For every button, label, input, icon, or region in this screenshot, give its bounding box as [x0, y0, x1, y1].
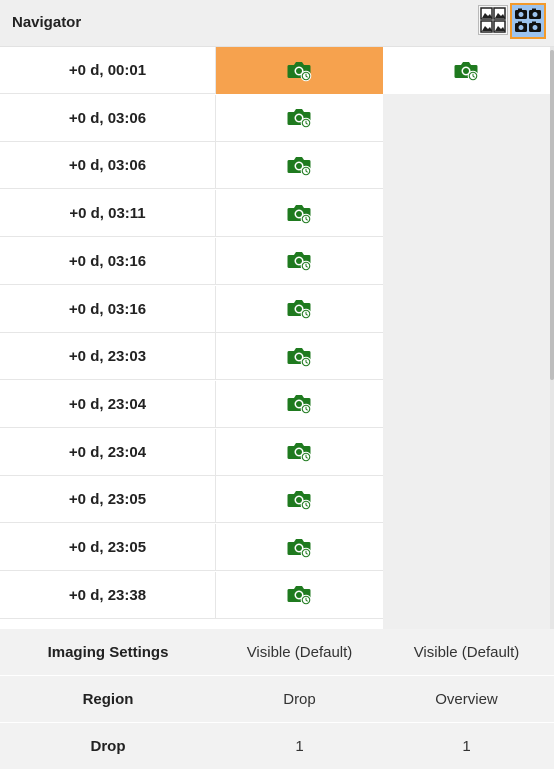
timepoint-label: +0 d, 03:06 — [0, 142, 216, 190]
drop-column-value: 1 — [295, 738, 304, 755]
timepoint-label: +0 d, 03:06 — [0, 94, 216, 142]
drop-row: Drop 1 1 — [0, 723, 554, 770]
scheduled-camera-icon — [287, 156, 311, 177]
scheduled-camera-icon — [287, 109, 311, 129]
timepoint-grid: +0 d, 00:01 +0 d, 03:06 +0 d, 03:06 +0 d, 0… — [0, 47, 554, 629]
drop-column-value: Visible (Default) — [246, 644, 353, 661]
scheduled-camera-icon — [287, 395, 311, 415]
scrollbar-thumb[interactable] — [550, 50, 554, 380]
drop-image-cell[interactable] — [216, 286, 383, 333]
drop-image-cell[interactable] — [216, 190, 383, 237]
timepoint-label: +0 d, 00:01 — [0, 47, 216, 94]
timepoint-label: +0 d, 23:05 — [0, 476, 216, 524]
overview-column-value: Visible (Default) — [413, 644, 520, 661]
timepoint-row[interactable]: +0 d, 23:04 — [0, 380, 383, 428]
drop-image-cell[interactable] — [216, 142, 383, 189]
scheduled-camera-icon — [287, 61, 311, 81]
timepoint-row[interactable]: +0 d, 23:05 — [0, 476, 383, 524]
row-label: Drop — [90, 738, 126, 755]
drop-image-cell[interactable] — [216, 381, 383, 428]
scheduled-camera-icon — [287, 443, 311, 463]
timepoint-row[interactable]: +0 d, 03:16 — [0, 285, 383, 333]
timepoint-row[interactable]: +0 d, 23:05 — [0, 524, 383, 571]
timepoint-label: +0 d, 23:04 — [0, 380, 216, 428]
timepoint-row[interactable]: +0 d, 03:06 — [0, 142, 383, 190]
drop-column-value: Drop — [283, 691, 316, 708]
drop-image-cell[interactable] — [216, 572, 383, 619]
scheduled-camera-icon — [454, 61, 478, 81]
timepoint-label: +0 d, 23:38 — [0, 571, 216, 619]
imaging-settings-row: Imaging Settings Visible (Default) Visib… — [0, 629, 554, 676]
timepoint-row[interactable]: +0 d, 00:01 — [0, 47, 550, 94]
timepoint-row[interactable]: +0 d, 23:04 — [0, 428, 383, 476]
camera-view-toggle[interactable] — [510, 3, 546, 39]
overview-image-cell[interactable] — [383, 47, 550, 94]
scheduled-camera-icon — [287, 347, 311, 367]
region-row: Region Drop Overview — [0, 676, 554, 723]
thumbnail-view-toggle[interactable] — [478, 5, 508, 35]
timepoint-row[interactable]: +0 d, 23:03 — [0, 333, 383, 381]
scheduled-camera-icon — [287, 490, 311, 511]
navigator-header: Navigator — [0, 0, 554, 47]
properties-panel: Imaging Settings Visible (Default) Visib… — [0, 629, 554, 770]
row-label: Imaging Settings — [47, 644, 169, 661]
scheduled-camera-icon — [287, 538, 311, 558]
timepoint-row[interactable]: +0 d, 03:11 — [0, 190, 383, 238]
image-grid-icon — [480, 7, 506, 33]
scheduled-camera-icon — [287, 586, 311, 606]
timepoint-row[interactable]: +0 d, 03:06 — [0, 94, 383, 142]
timepoint-label: +0 d, 23:04 — [0, 428, 216, 476]
scheduled-camera-icon — [287, 252, 311, 272]
drop-image-cell[interactable] — [216, 333, 383, 380]
drop-image-cell[interactable] — [216, 95, 383, 142]
timepoint-label: +0 d, 03:11 — [0, 190, 216, 238]
drop-image-cell[interactable] — [216, 238, 383, 285]
scheduled-camera-icon — [287, 204, 311, 224]
timepoint-label: +0 d, 23:03 — [0, 333, 216, 381]
drop-image-cell[interactable] — [216, 476, 383, 523]
scheduled-camera-icon — [287, 300, 311, 320]
timepoint-row[interactable]: +0 d, 23:38 — [0, 571, 383, 619]
drop-image-cell[interactable] — [216, 524, 383, 571]
row-label: Region — [82, 691, 134, 708]
timepoint-label: +0 d, 03:16 — [0, 237, 216, 285]
overview-column-value: Overview — [435, 691, 498, 708]
camera-grid-icon — [515, 8, 541, 32]
timepoint-label: +0 d, 03:16 — [0, 285, 216, 333]
timepoint-row[interactable]: +0 d, 03:16 — [0, 237, 383, 285]
page-title: Navigator — [12, 14, 82, 31]
drop-image-cell[interactable] — [216, 47, 383, 94]
timepoint-label: +0 d, 23:05 — [0, 524, 216, 571]
drop-image-cell[interactable] — [216, 429, 383, 476]
vertical-scrollbar[interactable] — [550, 47, 554, 629]
overview-column-value: 1 — [462, 738, 471, 755]
